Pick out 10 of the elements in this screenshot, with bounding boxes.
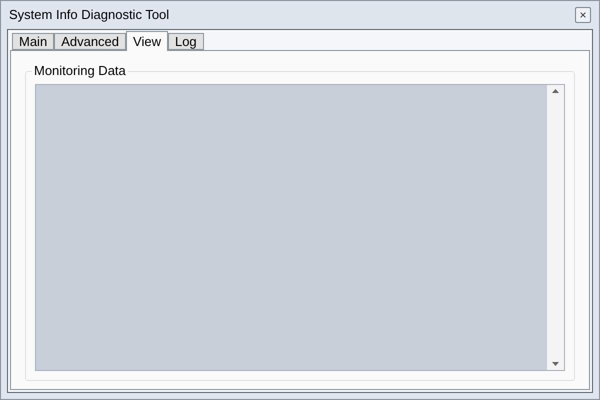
scrollbar[interactable] — [547, 85, 564, 370]
close-button[interactable]: × — [575, 7, 591, 23]
tab[interactable]: Advanced — [54, 33, 126, 50]
tab[interactable]: Log — [168, 33, 204, 50]
scroll-down-icon[interactable] — [552, 362, 559, 366]
scroll-up-icon[interactable] — [552, 89, 559, 93]
tab[interactable]: View — [126, 31, 168, 51]
tab[interactable]: Main — [12, 33, 54, 50]
window-title: System Info Diagnostic Tool — [9, 6, 170, 24]
group-title: Monitoring Data — [32, 63, 128, 79]
